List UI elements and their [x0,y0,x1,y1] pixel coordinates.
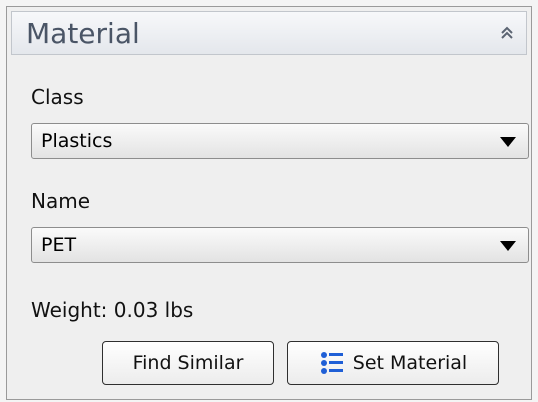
class-dropdown[interactable]: Plastics [31,123,529,159]
set-material-label: Set Material [352,352,468,374]
name-dropdown-value: PET [41,234,77,256]
panel-header: Material [11,11,527,55]
name-dropdown[interactable]: PET [31,227,529,263]
set-material-button[interactable]: Set Material [287,341,499,385]
material-list-icon [320,352,343,374]
panel-title: Material [26,17,140,50]
class-dropdown-value: Plastics [41,130,113,152]
find-similar-button[interactable]: Find Similar [102,341,274,385]
chevron-down-icon [500,241,516,251]
weight-readout: Weight: 0.03 lbs [31,298,194,322]
name-label: Name [31,189,91,213]
material-panel: Material Class Plastics Name PET Weight:… [6,6,532,400]
double-chevron-up-icon[interactable] [498,24,516,42]
chevron-down-icon [500,137,516,147]
find-similar-label: Find Similar [132,352,244,374]
class-label: Class [31,85,84,109]
